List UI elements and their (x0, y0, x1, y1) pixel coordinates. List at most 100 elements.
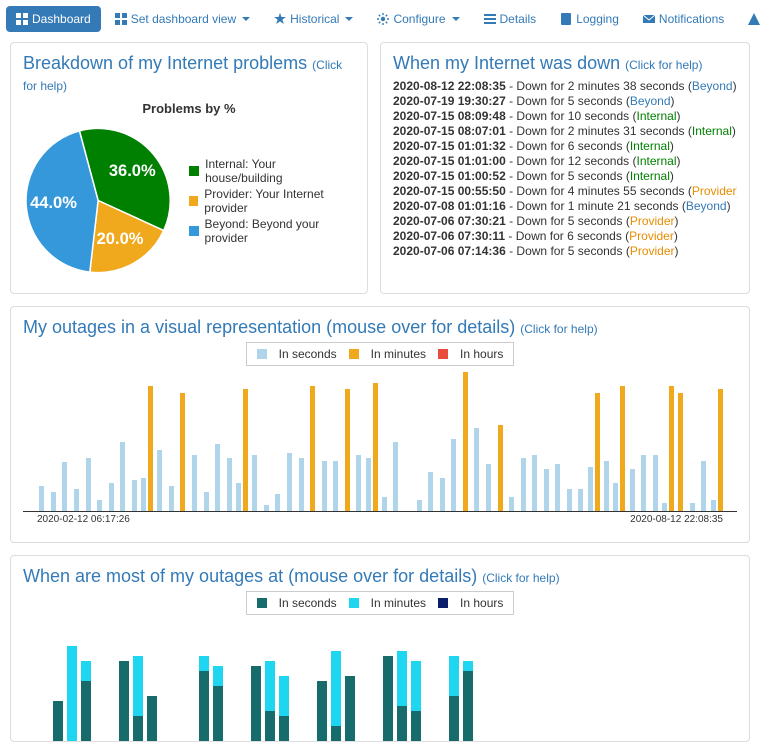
star-icon (274, 13, 286, 25)
bar-group[interactable] (331, 372, 341, 511)
bar-group[interactable] (588, 372, 600, 511)
bar-group[interactable] (449, 372, 459, 511)
hour-group[interactable] (185, 656, 223, 741)
bar-group[interactable] (262, 372, 272, 511)
bar-group[interactable] (530, 372, 540, 511)
hour-group[interactable] (383, 651, 421, 741)
bar-group[interactable] (201, 372, 211, 511)
bar-group[interactable] (296, 372, 306, 511)
bar-group[interactable] (380, 372, 390, 511)
bar-group[interactable] (155, 372, 165, 511)
bar-group[interactable] (565, 372, 575, 511)
nav-notifications-label: Notifications (659, 12, 724, 26)
bar-group[interactable] (49, 372, 59, 511)
swatch-hminutes (349, 598, 359, 608)
downtime-log[interactable]: 2020-08-12 22:08:35 - Down for 2 minutes… (393, 78, 737, 258)
hour-group[interactable] (251, 661, 289, 741)
nav-logging[interactable]: Logging (550, 6, 629, 32)
bar-group[interactable] (495, 372, 505, 511)
hour-group[interactable] (317, 651, 355, 741)
bar-group[interactable] (426, 372, 436, 511)
pie-chart[interactable]: 36.0%20.0%44.0% (23, 118, 173, 283)
bar-group[interactable] (576, 372, 586, 511)
bar-group[interactable] (354, 372, 364, 511)
bar-group[interactable] (319, 372, 329, 511)
bar-legend: In seconds In minutes In hours (246, 342, 515, 366)
bar-group[interactable] (95, 372, 105, 511)
bar-group[interactable] (167, 372, 177, 511)
bar-group[interactable] (602, 372, 612, 511)
x-axis-start: 2020-02-12 06:17:26 (37, 514, 130, 525)
bar-group[interactable] (662, 372, 674, 511)
bar-group[interactable] (213, 372, 223, 511)
help-link[interactable]: (Click for help) (625, 58, 702, 72)
outages-bar-chart[interactable]: 2020-02-12 06:17:26 2020-08-12 22:08:35 (23, 372, 737, 532)
bar-group[interactable] (178, 372, 188, 511)
bar-group[interactable] (190, 372, 200, 511)
bar-group[interactable] (639, 372, 649, 511)
bar-group[interactable] (60, 372, 70, 511)
bar-group[interactable] (437, 372, 447, 511)
bar-group[interactable] (72, 372, 82, 511)
nav-set-view-label: Set dashboard view (131, 12, 236, 26)
envelope-icon (643, 13, 655, 25)
bar-group[interactable] (224, 372, 234, 511)
bar-group[interactable] (461, 372, 471, 511)
panel-outages-when-title: When are most of my outages at (mouse ov… (23, 566, 737, 587)
bar-group[interactable] (507, 372, 517, 511)
panel-outages-when: When are most of my outages at (mouse ov… (10, 555, 750, 742)
bar-group[interactable] (250, 372, 260, 511)
help-link[interactable]: (Click for help) (482, 571, 559, 585)
bar-group[interactable] (118, 372, 128, 511)
bar-group[interactable] (130, 372, 140, 511)
help-link[interactable]: (Click for help) (520, 322, 597, 336)
log-entry: 2020-07-15 08:09:48 - Down for 10 second… (393, 109, 733, 123)
hour-group[interactable] (449, 656, 487, 741)
nav-manage[interactable]: Manage (738, 6, 760, 32)
bar-group[interactable] (688, 372, 698, 511)
bar-group[interactable] (613, 372, 625, 511)
legend-hours: In hours (460, 347, 503, 361)
bar-group[interactable] (542, 372, 552, 511)
legend-seconds: In seconds (279, 347, 337, 361)
bar-group[interactable] (273, 372, 283, 511)
bar-group[interactable] (106, 372, 116, 511)
outages-when-chart[interactable] (23, 621, 737, 741)
log-entry: 2020-07-19 19:30:27 - Down for 5 seconds… (393, 94, 733, 108)
bar-group[interactable] (37, 372, 47, 511)
bar-group[interactable] (650, 372, 660, 511)
nav-dashboard[interactable]: Dashboard (6, 6, 101, 32)
x-axis-end: 2020-08-12 22:08:35 (630, 514, 723, 525)
nav-logging-label: Logging (576, 12, 619, 26)
nav-configure[interactable]: Configure (367, 6, 469, 32)
bar-group[interactable] (711, 372, 723, 511)
bar-group[interactable] (391, 372, 401, 511)
bar-group[interactable] (699, 372, 709, 511)
bar-group[interactable] (676, 372, 686, 511)
swatch-provider (189, 196, 198, 206)
svg-text:36.0%: 36.0% (109, 161, 156, 180)
bar-group[interactable] (472, 372, 482, 511)
bar-group[interactable] (366, 372, 378, 511)
gear-icon (377, 13, 389, 25)
nav-details[interactable]: Details (474, 6, 547, 32)
swatch-seconds (257, 349, 267, 359)
bar-group[interactable] (484, 372, 494, 511)
bar-group[interactable] (403, 372, 413, 511)
nav-notifications[interactable]: Notifications (633, 6, 734, 32)
bar-group[interactable] (236, 372, 248, 511)
bar-group[interactable] (553, 372, 563, 511)
bar-group[interactable] (308, 372, 318, 511)
nav-set-view[interactable]: Set dashboard view (105, 6, 260, 32)
bar-group[interactable] (285, 372, 295, 511)
nav-historical[interactable]: Historical (264, 6, 363, 32)
bar-group[interactable] (343, 372, 353, 511)
bar-group[interactable] (414, 372, 424, 511)
bar-group[interactable] (627, 372, 637, 511)
bar-group[interactable] (141, 372, 153, 511)
hour-group[interactable] (53, 646, 91, 741)
legend-hhours: In hours (460, 596, 503, 610)
bar-group[interactable] (518, 372, 528, 511)
bar-group[interactable] (83, 372, 93, 511)
hour-group[interactable] (119, 656, 157, 741)
